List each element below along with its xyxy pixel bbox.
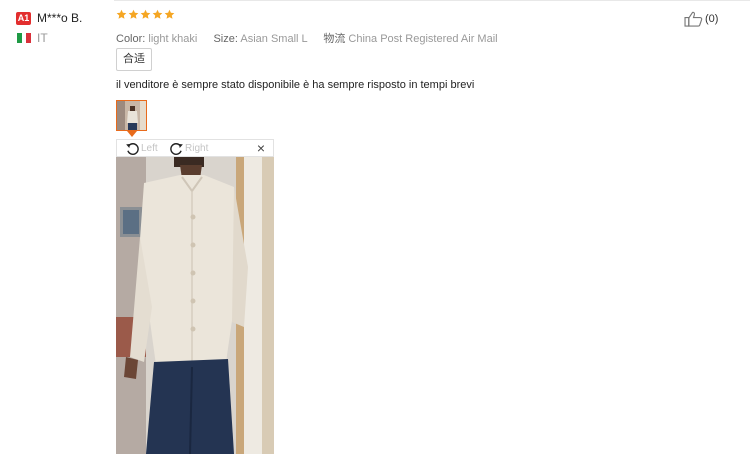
rotate-left-label: Left	[141, 143, 158, 154]
italy-flag-icon	[17, 33, 32, 43]
rotate-left-icon	[126, 143, 139, 155]
buyer-country: IT	[37, 31, 48, 45]
star-icon	[128, 9, 139, 19]
shirt-photo-image	[116, 157, 274, 454]
thumbnail-image	[117, 101, 146, 130]
photo-viewer: Left Right ×	[116, 139, 274, 454]
rotate-right-button[interactable]: Right	[169, 141, 208, 156]
size-label: Size:	[213, 33, 238, 45]
thumbs-up-icon	[684, 11, 703, 27]
star-icon	[140, 9, 151, 19]
rotate-right-label: Right	[185, 143, 209, 154]
rotate-left-button[interactable]: Left	[125, 141, 158, 156]
rotate-right-icon	[170, 143, 183, 155]
star-icon	[164, 9, 175, 19]
review-photo-thumbnail[interactable]	[116, 100, 147, 131]
color-label: Color:	[116, 33, 146, 45]
review-divider	[114, 0, 750, 1]
buyer-level-badge: A1	[16, 12, 31, 25]
viewer-toolbar: Left Right ×	[116, 139, 274, 157]
review-comment: il venditore è sempre stato disponibile …	[116, 79, 475, 91]
star-icon	[116, 9, 127, 19]
star-rating	[116, 9, 175, 20]
shipping-value: China Post Registered Air Mail	[348, 33, 498, 45]
color-value: light khaki	[148, 33, 198, 45]
close-icon[interactable]: ×	[257, 140, 265, 157]
shipping-label: 物流	[323, 33, 346, 45]
review-photo	[116, 157, 274, 454]
like-button[interactable]: (0)	[684, 11, 718, 27]
likes-count: (0)	[705, 13, 719, 25]
fit-tag[interactable]: 合适	[116, 48, 152, 71]
thumbnail-pointer	[127, 131, 137, 137]
size-value: Asian Small L	[240, 33, 308, 45]
buyer-name: M***o B.	[37, 11, 83, 25]
star-icon	[152, 9, 163, 19]
product-attributes: Color: light khaki Size: Asian Small L 物…	[116, 30, 498, 46]
